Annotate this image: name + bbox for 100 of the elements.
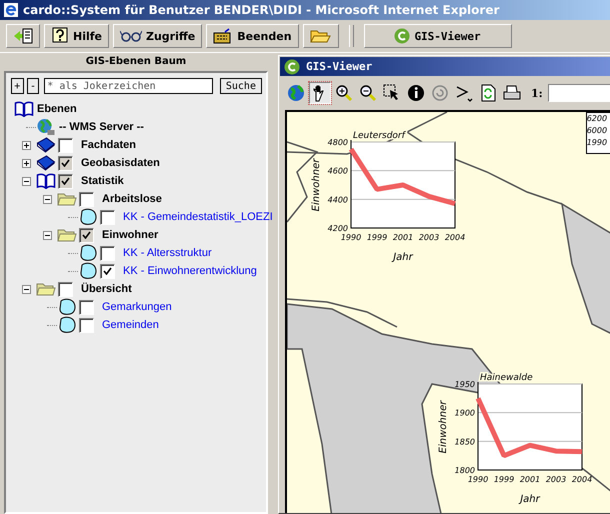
x-tick-label: 1990 <box>340 233 362 242</box>
window-title: cardo::System für Benutzer BENDER\DIDI - Microsoft Internet Explorer <box>23 3 500 17</box>
expand-all-button[interactable]: + <box>11 78 24 94</box>
checkmark-icon <box>61 159 70 167</box>
x-tick-label: 2003 <box>418 233 440 242</box>
scale-label: 1: <box>531 86 543 100</box>
book-icon <box>36 155 56 171</box>
globe-tool[interactable] <box>285 82 307 104</box>
layer-icon <box>78 262 98 280</box>
collapse-icon[interactable] <box>22 176 30 186</box>
y-tick-label: 1850 <box>454 437 475 446</box>
folder-icon <box>57 191 77 207</box>
search-button[interactable]: Suche <box>220 78 262 94</box>
x-tick-label: 1999 <box>366 233 388 242</box>
x-tick-label: 2004 <box>572 475 592 484</box>
layer-icon <box>78 244 98 262</box>
globe-icon <box>287 84 305 102</box>
zoom-in-icon <box>335 84 353 102</box>
toolbar-button[interactable]: Hilfe <box>44 24 109 48</box>
book-icon <box>36 137 56 153</box>
tree-node-label: Arbeitslose <box>102 193 162 205</box>
glasses-icon <box>120 29 142 43</box>
checkbox[interactable] <box>79 300 94 314</box>
x-axis-label: Jahr <box>520 494 540 505</box>
y-tick-label: 4800 <box>328 138 348 147</box>
checkmark-icon <box>82 231 91 239</box>
search-field[interactable]: * als Jokerzeichen <box>44 78 213 94</box>
x-axis-label: Jahr <box>393 252 413 263</box>
checkbox[interactable] <box>79 192 94 206</box>
info-icon <box>407 84 425 102</box>
layer-link[interactable]: Gemarkungen <box>102 301 172 313</box>
open-book-icon <box>36 173 56 189</box>
y-tick-label: 1950 <box>454 380 475 389</box>
y-tick-label: 4600 <box>328 166 348 176</box>
scale-field[interactable] <box>548 84 610 102</box>
folder-icon <box>36 281 56 297</box>
folder-icon <box>310 28 332 44</box>
y-tick-label: 4200 <box>328 224 348 233</box>
hand-tool[interactable] <box>309 82 331 104</box>
tree-node-label: Einwohner <box>102 229 158 241</box>
help-icon <box>51 27 69 45</box>
collapse-icon[interactable] <box>42 230 52 240</box>
gis-viewer-button[interactable]: GIS-Viewer <box>364 24 512 48</box>
zoom-out-icon <box>359 84 377 102</box>
tree-node-label: Ebenen <box>37 103 77 115</box>
checkbox[interactable] <box>100 264 115 278</box>
expand-icon[interactable] <box>22 158 30 168</box>
y-tick-label: 1800 <box>454 466 475 475</box>
collapse-icon[interactable] <box>42 194 52 204</box>
viewer-title: GIS-Viewer <box>306 60 372 73</box>
layer-link[interactable]: KK - Einwohnerentwicklung <box>123 265 257 277</box>
y-tick-label: 4400 <box>328 195 348 204</box>
x-tick-label: 2004 <box>444 233 465 242</box>
open-book-icon <box>14 101 34 117</box>
viewer-logo-icon <box>284 58 300 74</box>
refresh-icon <box>431 84 449 102</box>
reload-icon <box>479 84 497 102</box>
checkbox[interactable] <box>58 282 73 296</box>
layer-icon <box>57 316 77 334</box>
y-tick-label: 1900 <box>454 408 475 418</box>
tree-node-label: -- WMS Server -- <box>59 121 144 133</box>
checkbox[interactable] <box>58 174 73 188</box>
layer-icon <box>78 208 98 226</box>
back-button[interactable] <box>6 24 40 48</box>
checkbox[interactable] <box>79 228 94 242</box>
checkbox[interactable] <box>58 138 73 152</box>
x-tick-label: 1999 <box>494 475 514 484</box>
checkbox[interactable] <box>100 246 115 260</box>
checkbox[interactable] <box>100 210 115 224</box>
layer-link[interactable]: Gemeinden <box>102 319 159 331</box>
toolbar-button[interactable]: Beenden <box>206 24 299 48</box>
browser-icon <box>3 2 19 18</box>
axis-tick-label: 6000 <box>586 125 608 137</box>
select-icon <box>383 84 401 102</box>
x-tick-label: 2003 <box>546 475 566 484</box>
viewer-logo-icon <box>394 28 410 44</box>
measure-icon <box>455 84 473 102</box>
layer-icon <box>57 298 77 316</box>
checkmark-icon <box>61 177 70 185</box>
tree-node-label: Statistik <box>81 175 124 187</box>
axis-tick-label: 6200 <box>586 113 608 125</box>
folder-icon <box>57 227 77 243</box>
x-tick-label: 1990 <box>468 475 488 484</box>
x-tick-label: 2001 <box>392 233 414 242</box>
tree-node-label: Übersicht <box>81 283 132 295</box>
collapse-all-button[interactable]: - <box>26 78 40 94</box>
layer-link[interactable]: KK - Gemeindestatistik_LOEZI <box>123 211 273 223</box>
checkmark-icon <box>103 267 112 275</box>
expand-icon[interactable] <box>22 140 30 150</box>
tree-node-label: Geobasisdaten <box>81 157 160 169</box>
axis-tick-label: 1990 <box>586 137 608 149</box>
layer-link[interactable]: KK - Altersstruktur <box>123 247 212 259</box>
open-folder-button[interactable] <box>302 24 339 48</box>
tree-node-label: Fachdaten <box>81 139 136 151</box>
back-arrow-icon <box>13 27 33 45</box>
collapse-icon[interactable] <box>22 284 30 294</box>
info-tool[interactable] <box>405 82 427 104</box>
checkbox[interactable] <box>79 318 94 332</box>
checkbox[interactable] <box>58 156 73 170</box>
toolbar-button[interactable]: Zugriffe <box>113 24 202 48</box>
